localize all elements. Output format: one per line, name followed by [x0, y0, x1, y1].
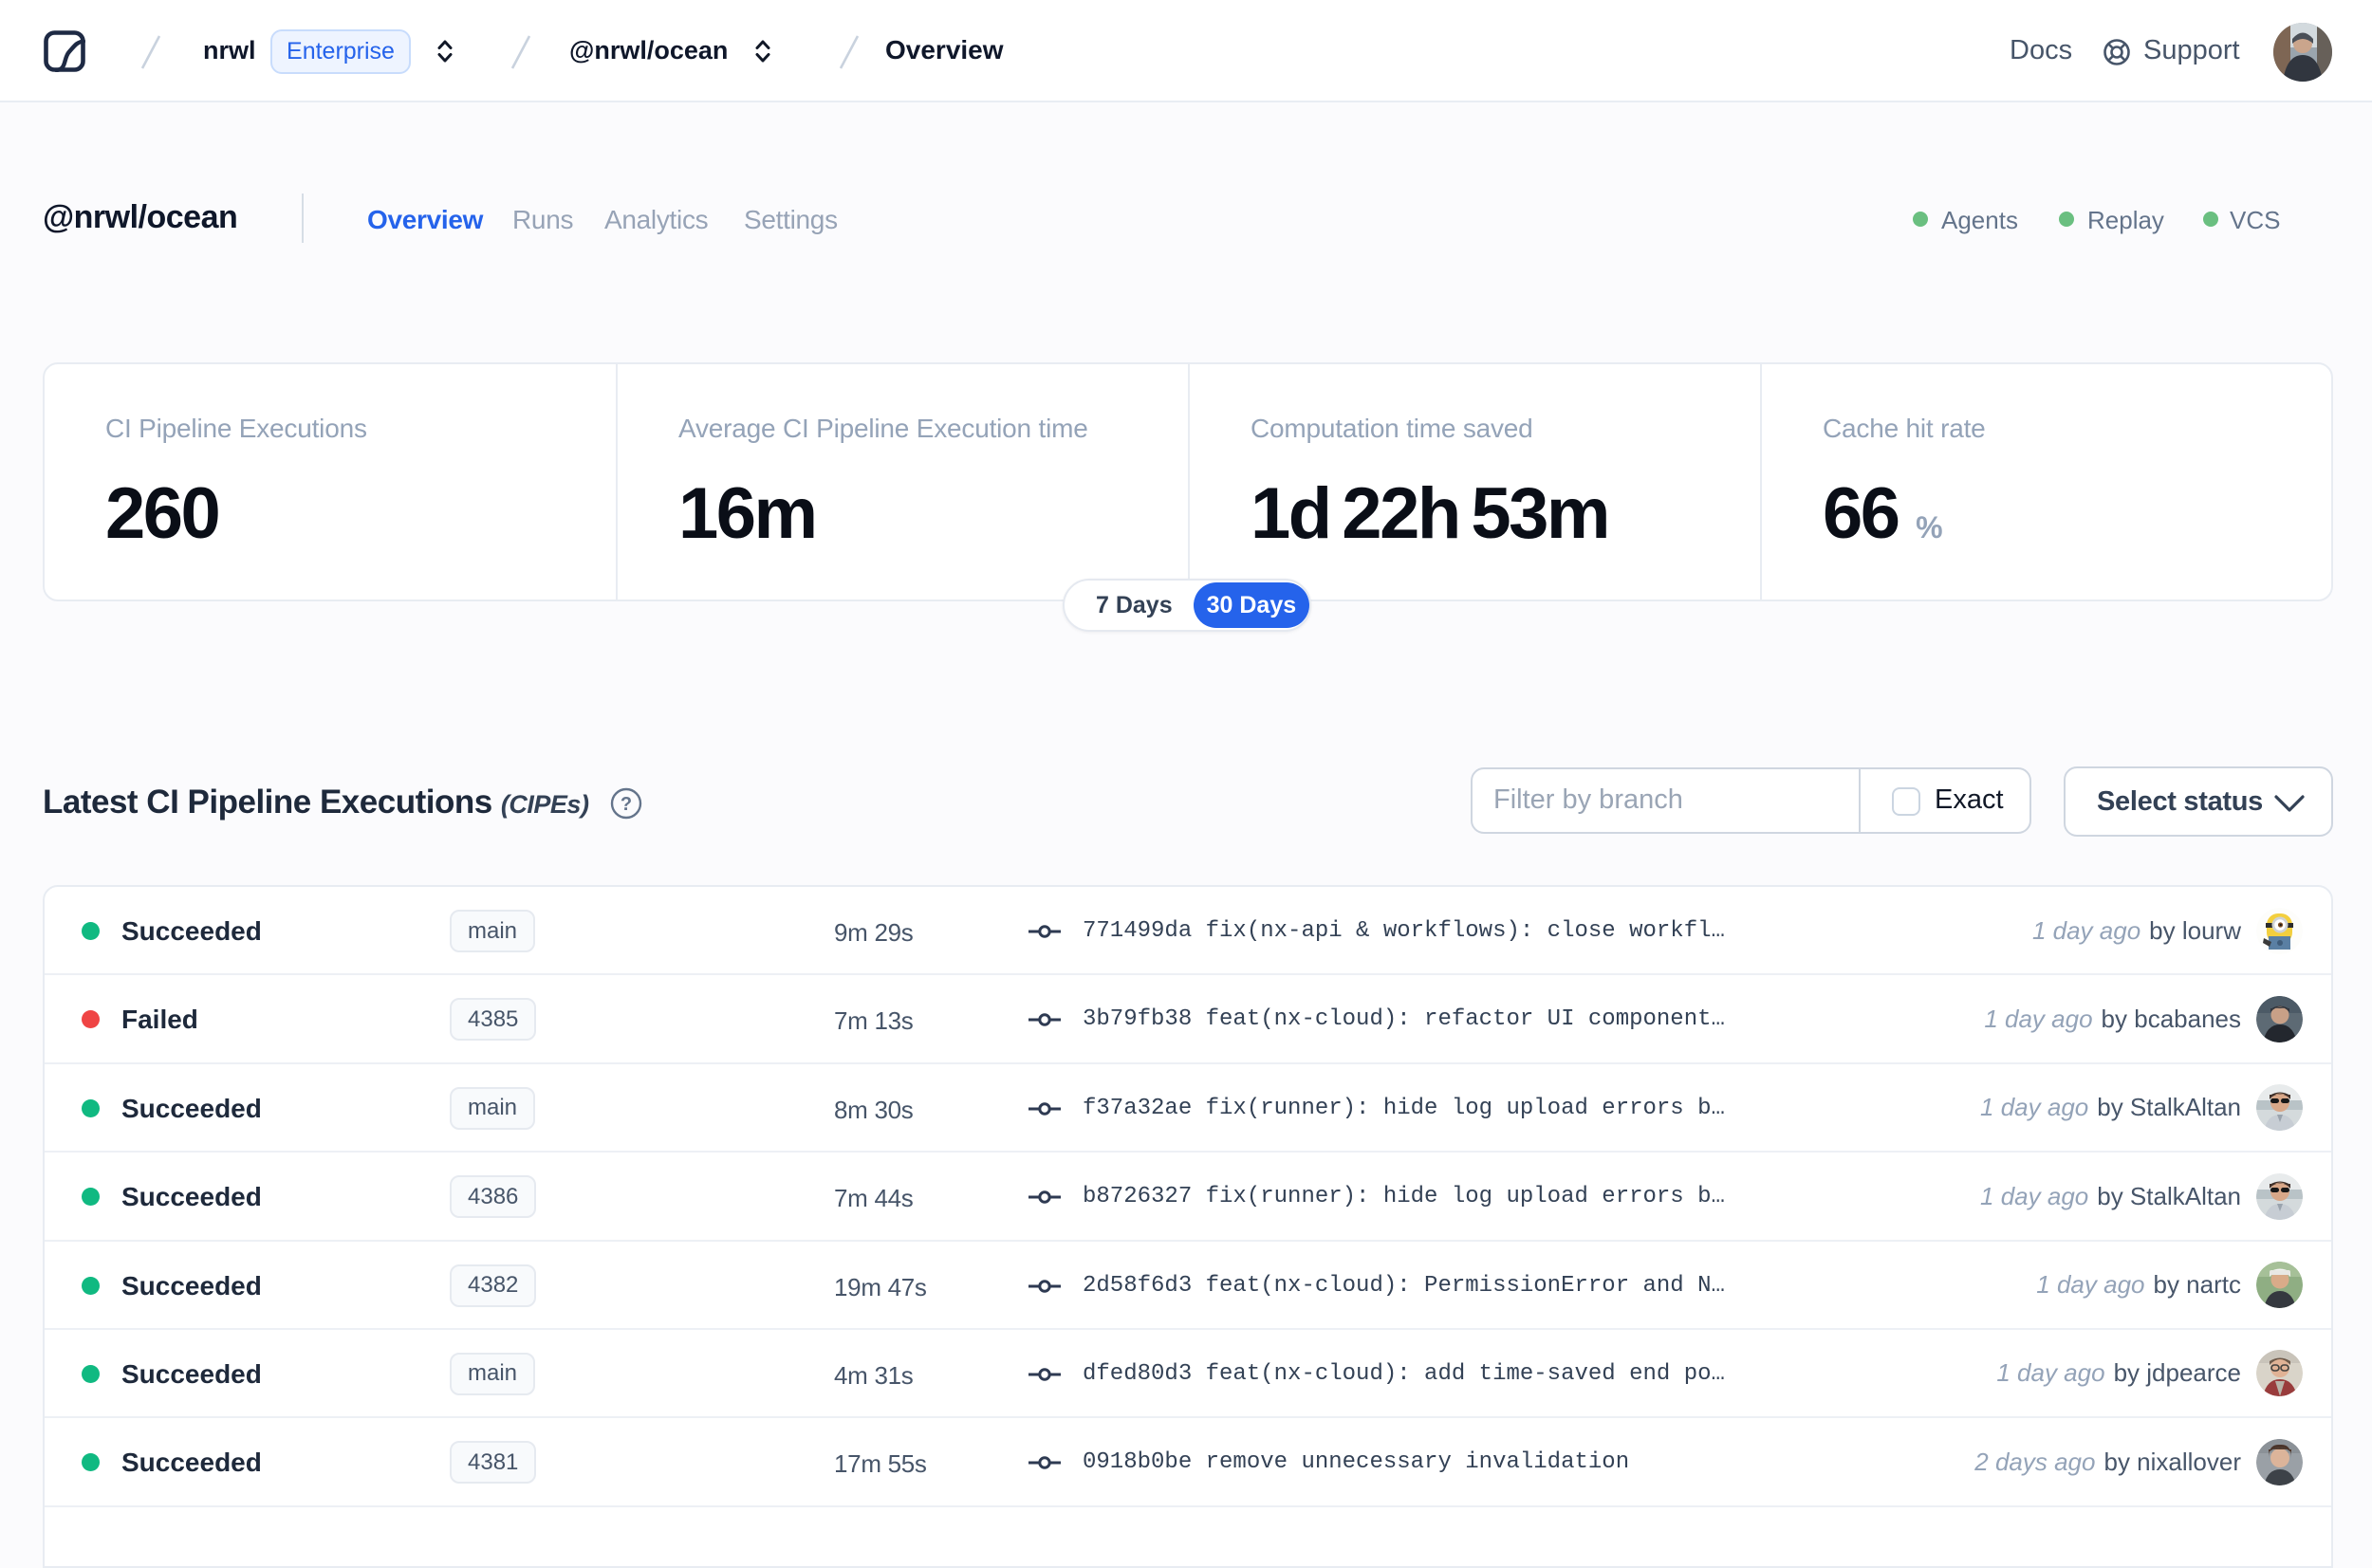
- svg-text:?: ?: [621, 794, 632, 815]
